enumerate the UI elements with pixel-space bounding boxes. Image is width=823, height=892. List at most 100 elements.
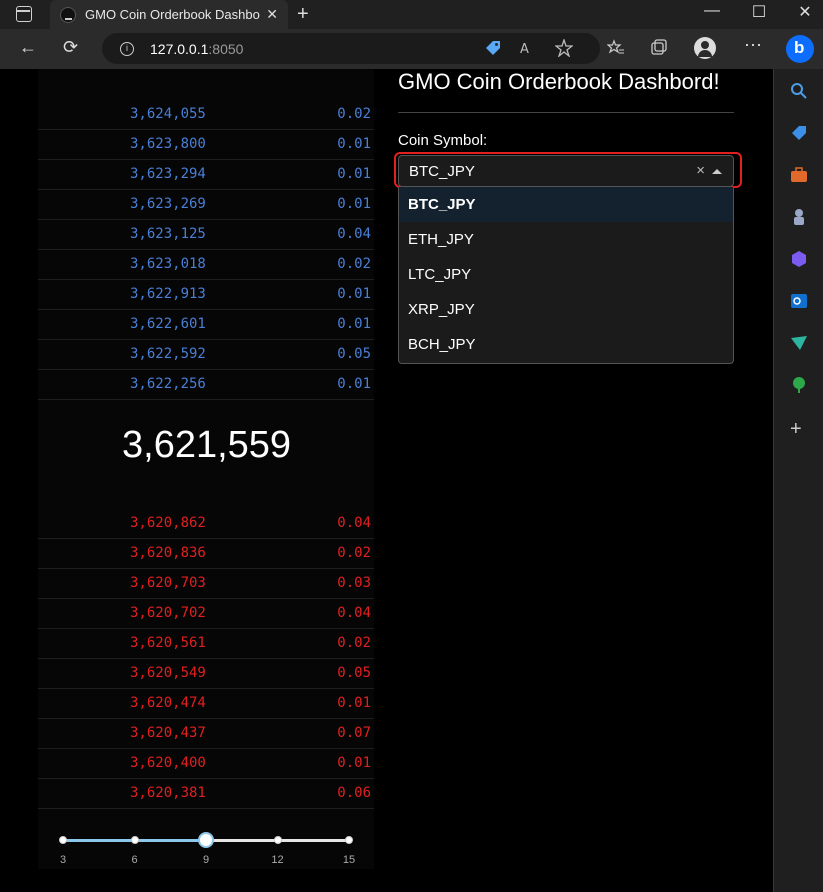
read-aloud-icon[interactable]: A <box>519 39 537 57</box>
bid-price: 3,620,702 <box>130 605 206 621</box>
tools-icon[interactable] <box>790 166 808 184</box>
ask-size: 0.01 <box>337 316 371 332</box>
page-title: GMO Coin Orderbook Dashbord! <box>398 69 720 94</box>
ask-row: 3,622,592 0.05 <box>38 340 374 370</box>
ask-row: 3,622,256 0.01 <box>38 370 374 400</box>
coupon-tag-icon[interactable] <box>484 39 502 57</box>
microsoft-365-icon[interactable] <box>790 250 808 268</box>
maximize-button[interactable]: ☐ <box>744 2 774 22</box>
divider <box>398 112 734 113</box>
minimize-button[interactable]: — <box>697 2 727 20</box>
ask-size: 0.01 <box>337 136 371 152</box>
info-icon[interactable]: i <box>120 41 134 56</box>
ask-price: 3,623,269 <box>130 196 206 212</box>
games-icon[interactable] <box>790 208 808 226</box>
coin-symbol-label: Coin Symbol: <box>398 132 488 149</box>
more-icon[interactable]: ⋯ <box>744 35 762 56</box>
ask-size: 0.05 <box>337 346 371 362</box>
slider-dot[interactable] <box>345 836 353 844</box>
favorites-icon[interactable] <box>607 39 625 57</box>
ask-size: 0.01 <box>337 376 371 392</box>
bing-chat-icon[interactable] <box>786 35 814 63</box>
ask-size: 0.01 <box>337 196 371 212</box>
tab-close-icon[interactable]: ✕ <box>266 6 278 23</box>
page-content: 3,624,055 0.02 3,623,800 0.01 3,623,294 0.01 3… <box>0 69 773 892</box>
depth-slider[interactable]: 3 6 9 12 15 <box>38 819 374 869</box>
slider-handle[interactable] <box>198 832 214 848</box>
tab-gmo-dashboard[interactable]: GMO Coin Orderbook Dashbord! ✕ <box>50 0 288 29</box>
bid-row: 3,620,561 0.02 <box>38 629 374 659</box>
bid-size: 0.05 <box>337 665 371 681</box>
orderbook: 3,624,055 0.02 3,623,800 0.01 3,623,294 0.01 3… <box>38 69 374 869</box>
window-close-button[interactable]: ✕ <box>790 2 820 22</box>
selected-value: BTC_JPY <box>409 163 475 180</box>
ask-row: 3,623,125 0.04 <box>38 220 374 250</box>
slider-dot[interactable] <box>59 836 67 844</box>
ask-row: 3,622,601 0.01 <box>38 310 374 340</box>
slider-dot[interactable] <box>130 836 139 844</box>
address-bar: ← ⟳ i 127.0.0.1:8050 A ⋯ <box>0 29 823 69</box>
bid-row: 3,620,702 0.04 <box>38 599 374 629</box>
bid-price: 3,620,703 <box>130 575 206 591</box>
shopping-icon[interactable] <box>790 124 808 142</box>
clear-icon[interactable]: × <box>696 162 705 179</box>
refresh-icon[interactable]: ⟳ <box>63 37 78 58</box>
option-bch-jpy[interactable]: BCH_JPY <box>399 327 733 362</box>
ask-price: 3,622,913 <box>130 286 206 302</box>
bid-row: 3,620,437 0.07 <box>38 719 374 749</box>
bid-price: 3,620,549 <box>130 665 206 681</box>
search-icon[interactable] <box>790 82 808 100</box>
coin-symbol-select[interactable]: BTC_JPY × <box>398 155 734 187</box>
slider-mark-label: 9 <box>202 854 210 866</box>
option-ltc-jpy[interactable]: LTC_JPY <box>399 257 733 292</box>
outlook-icon[interactable] <box>790 292 808 310</box>
chevron-up-icon[interactable] <box>712 169 722 174</box>
ask-row: 3,623,269 0.01 <box>38 190 374 220</box>
option-xrp-jpy[interactable]: XRP_JPY <box>399 292 733 327</box>
ask-price: 3,622,601 <box>130 316 206 332</box>
option-btc-jpy[interactable]: BTC_JPY <box>399 187 733 222</box>
ask-price: 3,623,018 <box>130 256 206 272</box>
send-icon[interactable] <box>790 334 808 352</box>
ask-price: 3,623,800 <box>130 136 206 152</box>
ask-row: 3,623,294 0.01 <box>38 160 374 190</box>
new-tab-button[interactable]: + <box>297 3 309 26</box>
url-host: 127.0.0.1 <box>150 40 209 57</box>
tab-actions-icon[interactable] <box>16 6 32 22</box>
bid-size: 0.07 <box>337 725 371 741</box>
option-eth-jpy[interactable]: ETH_JPY <box>399 222 733 257</box>
slider-dot[interactable] <box>273 836 282 844</box>
bid-row: 3,620,862 0.04 <box>38 509 374 539</box>
bid-size: 0.06 <box>337 785 371 801</box>
url-port: :8050 <box>208 40 244 57</box>
ask-price: 3,624,055 <box>130 106 206 122</box>
add-favorite-icon[interactable] <box>555 39 573 57</box>
title-bar: GMO Coin Orderbook Dashbord! ✕ + — ☐ ✕ <box>0 0 823 29</box>
ask-size: 0.01 <box>337 166 371 182</box>
bid-row: 3,620,836 0.02 <box>38 539 374 569</box>
ask-price: 3,623,294 <box>130 166 206 182</box>
bid-price: 3,620,862 <box>130 515 206 531</box>
bid-price: 3,620,381 <box>130 785 206 801</box>
ask-price: 3,623,125 <box>130 226 206 242</box>
collections-icon[interactable] <box>650 39 668 57</box>
ask-size: 0.02 <box>337 106 371 122</box>
back-icon[interactable]: ← <box>19 37 37 58</box>
ask-row: 3,623,018 0.02 <box>38 250 374 280</box>
slider-mark-label: 12 <box>271 854 284 866</box>
bid-row: 3,620,400 0.01 <box>38 749 374 779</box>
tab-title: GMO Coin Orderbook Dashbord! <box>85 7 260 22</box>
favicon-icon <box>60 6 76 23</box>
bid-size: 0.02 <box>337 635 371 651</box>
bid-row: 3,620,474 0.01 <box>38 689 374 719</box>
coin-symbol-menu: BTC_JPY ETH_JPY LTC_JPY XRP_JPY BCH_JPY <box>398 187 734 364</box>
bid-size: 0.04 <box>337 515 371 531</box>
bid-price: 3,620,400 <box>130 755 206 771</box>
add-icon[interactable]: + <box>790 418 808 440</box>
bid-row: 3,620,381 0.06 <box>38 779 374 809</box>
bid-size: 0.03 <box>337 575 371 591</box>
profile-avatar[interactable] <box>694 37 716 59</box>
tree-icon[interactable] <box>790 376 808 394</box>
edge-sidebar: + <box>773 69 823 892</box>
ask-size: 0.02 <box>337 256 371 272</box>
